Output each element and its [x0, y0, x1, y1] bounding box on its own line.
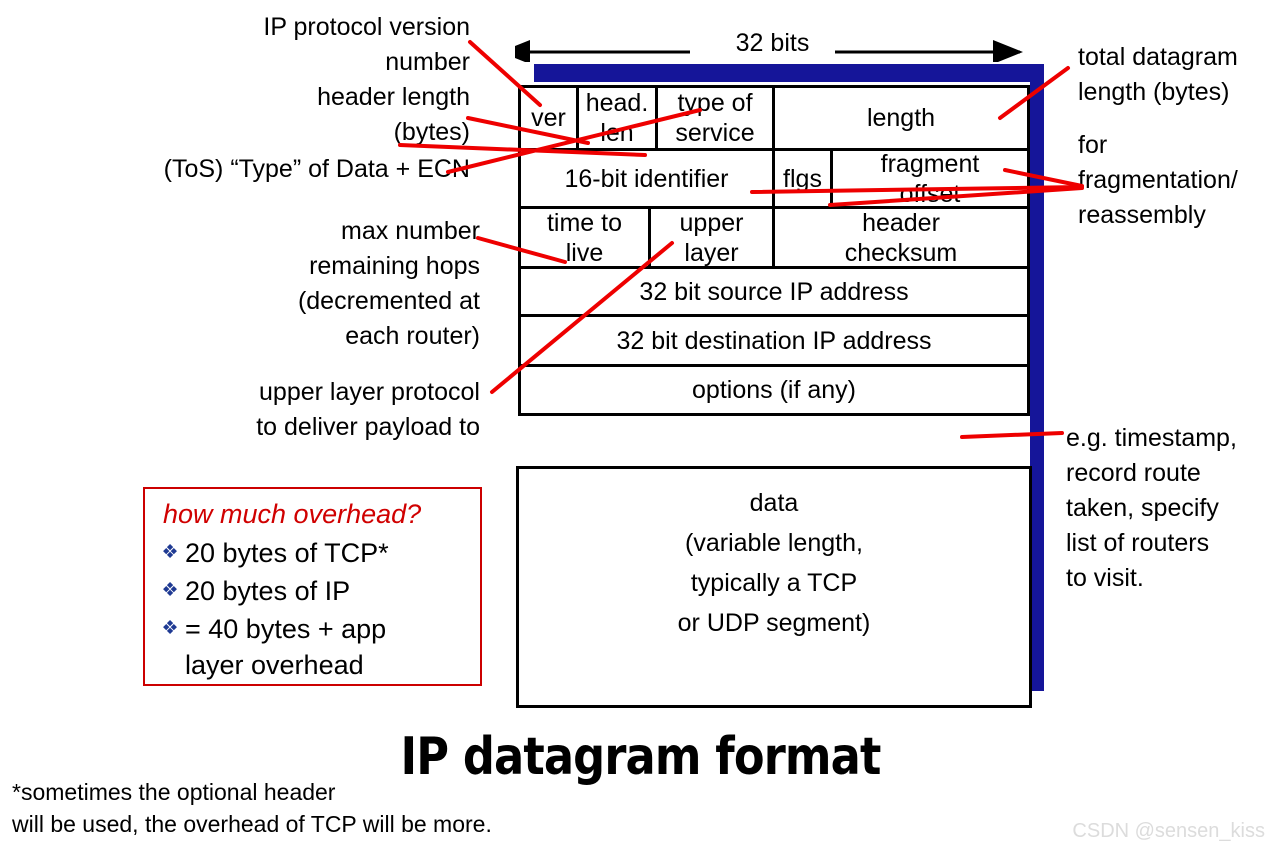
- field-upper-layer: upper layer: [651, 209, 775, 267]
- table-row: 32 bit source IP address: [518, 266, 1030, 314]
- diamond-bullet-icon: ❖: [161, 580, 179, 601]
- field-type-of-service: type of service: [658, 88, 775, 148]
- field-header-length: head. len: [579, 88, 658, 148]
- field-flags: flgs: [775, 151, 833, 206]
- table-row: options (if any): [518, 364, 1030, 416]
- field-destination-ip: 32 bit destination IP address: [616, 326, 932, 355]
- table-row: 32 bit destination IP address: [518, 314, 1030, 364]
- field-identifier: 16-bit identifier: [521, 151, 775, 206]
- diamond-bullet-icon: ❖: [161, 618, 179, 639]
- annotation-ttl: max number remaining hops (decremented a…: [297, 217, 480, 350]
- diamond-bullet-icon: ❖: [161, 542, 179, 563]
- annotation-header-length: header length (bytes): [317, 83, 470, 146]
- annotation-type-of-service: (ToS) “Type” of Data + ECN: [163, 155, 470, 183]
- field-time-to-live: time to live: [521, 209, 651, 267]
- watermark: CSDN @sensen_kiss: [1072, 820, 1265, 842]
- field-header-checksum: header checksum: [844, 208, 958, 267]
- overhead-item-label: 20 bytes of IP: [185, 576, 351, 606]
- field-version: ver: [521, 88, 579, 148]
- overhead-item-label: 20 bytes of TCP*: [185, 538, 389, 568]
- field-fragment-offset: fragment offset: [880, 149, 980, 208]
- footnote: *sometimes the optional header will be u…: [12, 779, 492, 837]
- annotation-upper-layer: upper layer protocol to deliver payload …: [256, 378, 480, 441]
- diagram-shadow-right: [1030, 64, 1044, 691]
- bits-ruler: 32 bits: [500, 28, 1030, 64]
- overhead-callout-box: how much overhead? ❖ 20 bytes of TCP* ❖ …: [143, 487, 482, 686]
- annotation-options: e.g. timestamp, record route taken, spec…: [1066, 424, 1237, 592]
- table-row: time to live upper layer header checksum: [518, 206, 1030, 267]
- list-item: ❖ 20 bytes of IP: [155, 573, 470, 609]
- list-item: ❖ = 40 bytes + app layer overhead: [155, 611, 470, 683]
- field-options: options (if any): [692, 376, 856, 404]
- ip-datagram-table: ver head. len type of service length 16-…: [518, 85, 1030, 416]
- overhead-title: how much overhead?: [163, 499, 422, 529]
- annotation-ip-version: IP protocol version number: [263, 13, 470, 76]
- field-data: data (variable length, typically a TCP o…: [516, 466, 1032, 708]
- annotation-total-length: total datagram length (bytes): [1078, 43, 1238, 106]
- field-length: length: [866, 104, 936, 132]
- list-item: ❖ 20 bytes of TCP*: [155, 535, 470, 571]
- field-source-ip: 32 bit source IP address: [639, 277, 909, 306]
- overhead-item-label: = 40 bytes + app layer overhead: [185, 614, 387, 680]
- annotation-fragmentation: for fragmentation/ reassembly: [1078, 131, 1238, 229]
- diagram-shadow-top: [534, 64, 1044, 82]
- table-row: ver head. len type of service length: [518, 85, 1030, 148]
- bits-label: 32 bits: [735, 29, 810, 57]
- table-row: 16-bit identifier flgs fragment offset: [518, 148, 1030, 208]
